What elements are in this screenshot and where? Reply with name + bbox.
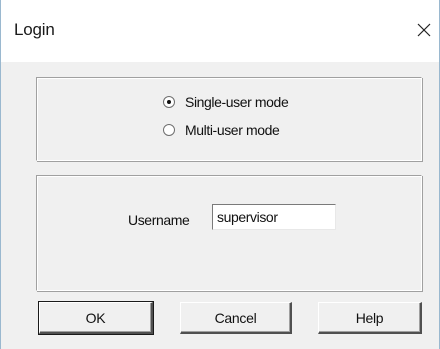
close-button[interactable] [409,14,439,46]
user-group: Username [36,175,422,291]
multi-user-mode-option[interactable]: Multi-user mode [163,122,280,138]
username-input[interactable] [212,204,336,230]
single-user-mode-label: Single-user mode [185,94,289,110]
help-button[interactable]: Help [318,302,422,334]
login-dialog: Login Single-user mode Multi-user mode U… [0,0,440,349]
mode-group: Single-user mode Multi-user mode [36,77,422,161]
cancel-button[interactable]: Cancel [180,302,292,334]
single-user-mode-radio[interactable] [163,96,175,108]
title-bar: Login [1,0,439,62]
window-title: Login [14,20,55,39]
multi-user-mode-radio[interactable] [163,124,175,136]
ok-button[interactable]: OK [38,301,154,335]
close-icon [417,23,431,37]
single-user-mode-option[interactable]: Single-user mode [163,94,289,110]
multi-user-mode-label: Multi-user mode [185,122,280,138]
username-label: Username [128,212,190,228]
